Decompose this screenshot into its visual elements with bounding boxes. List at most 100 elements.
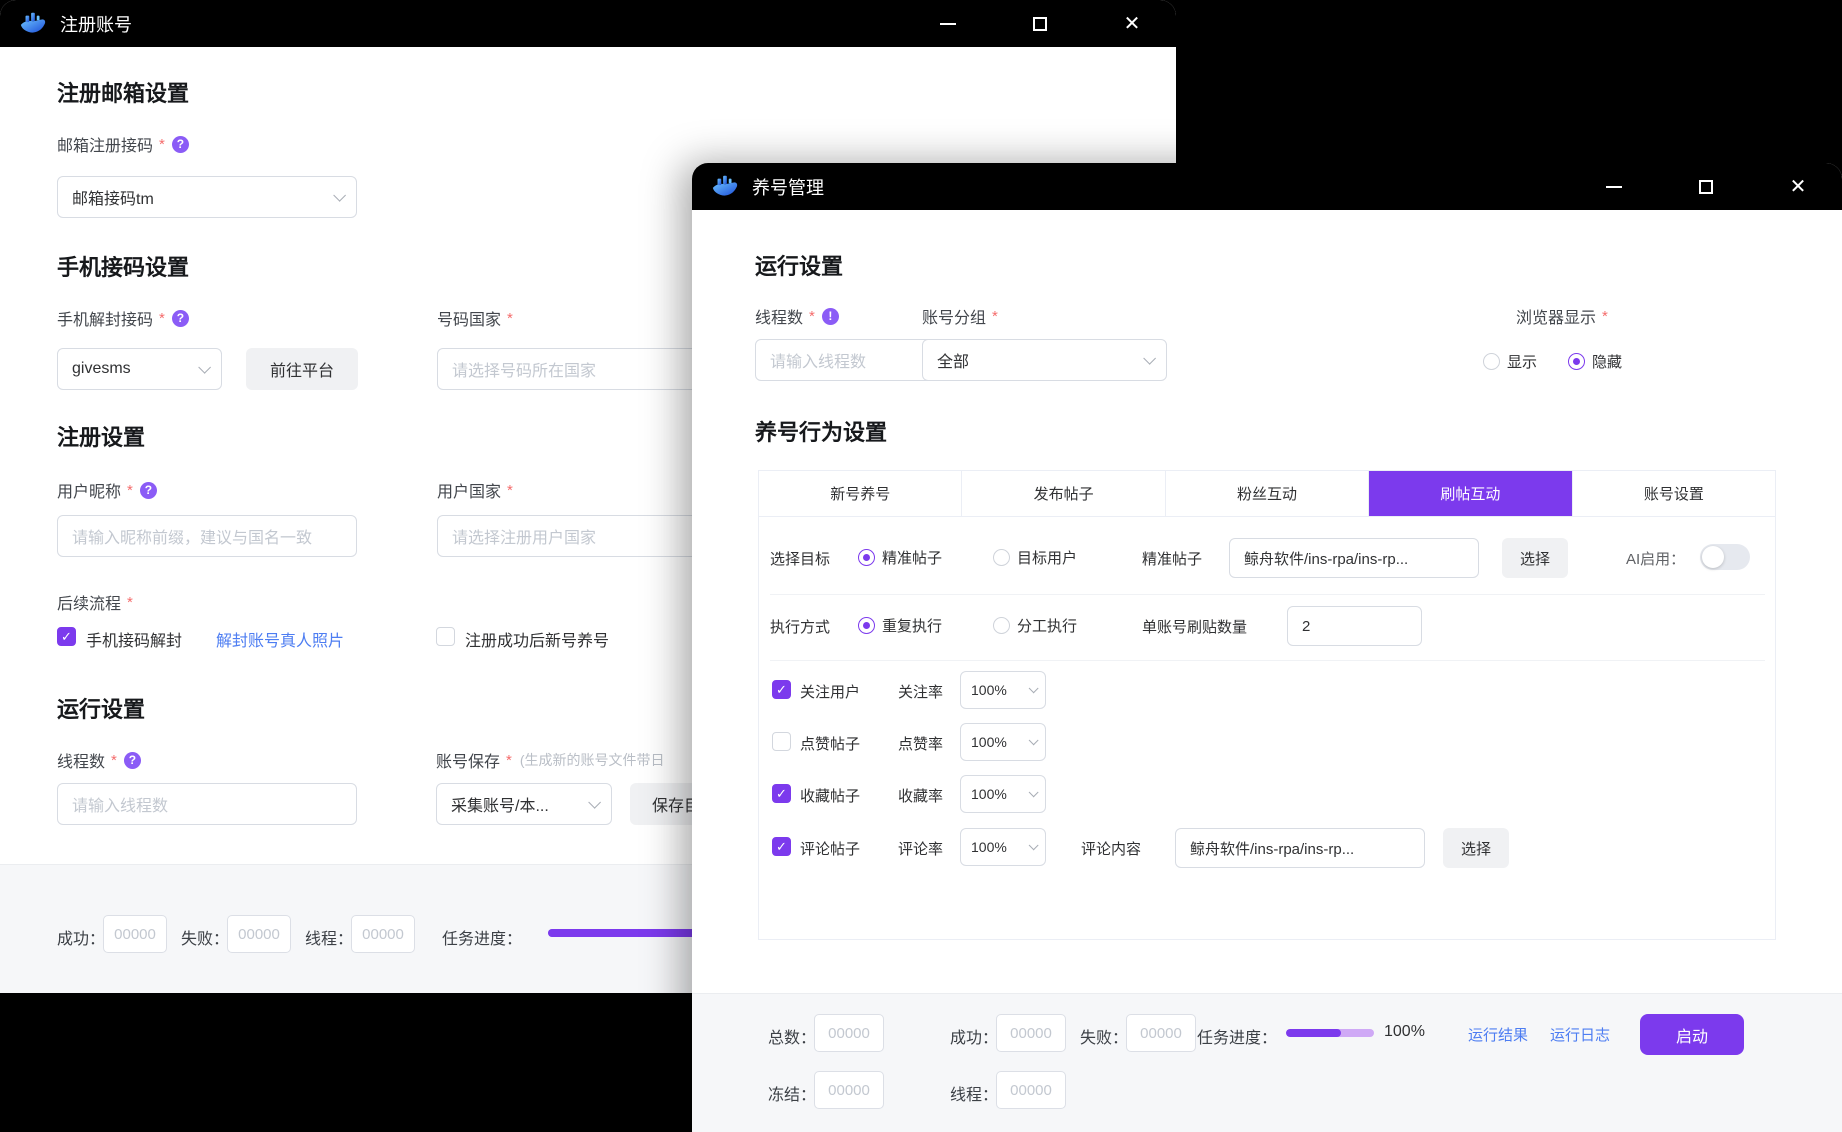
register-settings-heading: 注册设置 xyxy=(57,420,145,452)
choose-comment-button[interactable]: 选择 xyxy=(1443,828,1509,868)
follow-rate-select[interactable]: 100% xyxy=(960,671,1046,709)
ai-enable-toggle[interactable] xyxy=(1700,544,1750,570)
account-save-select[interactable]: 采集账号/本... xyxy=(436,783,612,825)
nurture-after-register-checkbox[interactable] xyxy=(436,627,455,646)
success-count[interactable]: 00000 xyxy=(103,915,167,953)
app-logo-icon xyxy=(18,10,48,38)
fail-label: 失败： xyxy=(1080,1024,1128,1048)
fail-count[interactable]: 00000 xyxy=(227,915,291,953)
success-label: 成功： xyxy=(57,925,105,949)
help-icon[interactable]: ? xyxy=(172,136,189,153)
like-post-checkbox[interactable] xyxy=(772,732,791,751)
comment-rate-label: 评论率 xyxy=(898,838,943,859)
minimize-button[interactable] xyxy=(1600,173,1628,201)
goto-platform-button[interactable]: 前往平台 xyxy=(246,348,358,390)
tab-account-settings[interactable]: 账号设置 xyxy=(1573,471,1775,516)
tab-fan-interact[interactable]: 粉丝互动 xyxy=(1166,471,1369,516)
thread-label: 线程： xyxy=(950,1081,998,1105)
account-save-note: (生成新的账号文件带日 xyxy=(520,750,665,770)
progress-label: 任务进度： xyxy=(1197,1024,1277,1048)
real-photo-link[interactable]: 解封账号真人照片 xyxy=(216,627,344,651)
behavior-tabs: 新号养号 发布帖子 粉丝互动 刷帖互动 账号设置 xyxy=(758,470,1776,517)
close-button[interactable]: ✕ xyxy=(1118,10,1146,38)
progress-label: 任务进度： xyxy=(442,925,522,949)
info-icon[interactable]: ! xyxy=(822,308,839,325)
total-label: 总数： xyxy=(768,1024,816,1048)
divider xyxy=(770,660,1765,661)
favorite-rate-select[interactable]: 100% xyxy=(960,775,1046,813)
phone-unlock-checkbox-label: 手机接码解封 xyxy=(86,627,182,651)
exec-split-radio[interactable]: 分工执行 xyxy=(993,615,1077,636)
target-user-radio[interactable]: 目标用户 xyxy=(993,547,1077,568)
run-settings-heading: 运行设置 xyxy=(755,249,843,281)
nickname-label: 用户昵称* ? xyxy=(57,478,157,502)
follow-rate-label: 关注率 xyxy=(898,681,943,702)
like-rate-label: 点赞率 xyxy=(898,733,943,754)
comment-rate-select[interactable]: 100% xyxy=(960,828,1046,866)
nurture-window: 养号管理 ✕ 运行设置 线程数* ! 账号分组* 浏览器显示* 请输入线程数 全… xyxy=(692,163,1842,1132)
nurture-footer: 总数： 00000 成功： 00000 失败： 00000 任务进度： 100%… xyxy=(692,993,1842,1132)
success-count[interactable]: 00000 xyxy=(996,1014,1066,1052)
per-account-count-label: 单账号刷贴数量 xyxy=(1142,616,1247,637)
favorite-post-label: 收藏帖子 xyxy=(800,785,860,806)
maximize-button[interactable] xyxy=(1026,10,1054,38)
close-button[interactable]: ✕ xyxy=(1784,173,1812,201)
tab-publish-post[interactable]: 发布帖子 xyxy=(962,471,1165,516)
task-progress-bar xyxy=(1286,1029,1374,1037)
fail-count[interactable]: 00000 xyxy=(1126,1014,1196,1052)
phone-unlock-select[interactable]: givesms xyxy=(57,348,222,390)
tab-new-account[interactable]: 新号养号 xyxy=(759,471,962,516)
like-post-label: 点赞帖子 xyxy=(800,733,860,754)
browser-show-radio[interactable]: 显示 xyxy=(1483,351,1537,372)
chevron-down-icon xyxy=(588,796,601,809)
thread-label: 线程： xyxy=(305,925,353,949)
favorite-post-checkbox[interactable]: ✓ xyxy=(772,784,791,803)
nickname-input[interactable]: 请输入昵称前缀，建议与国名一致 xyxy=(57,515,357,557)
phone-unlock-checkbox[interactable]: ✓ xyxy=(57,627,76,646)
comment-post-checkbox[interactable]: ✓ xyxy=(772,837,791,856)
thread-count[interactable]: 00000 xyxy=(996,1071,1066,1109)
group-select[interactable]: 全部 xyxy=(922,339,1167,381)
exec-repeat-radio[interactable]: 重复执行 xyxy=(858,615,942,636)
total-count[interactable]: 00000 xyxy=(814,1014,884,1052)
favorite-rate-label: 收藏率 xyxy=(898,785,943,806)
target-label: 选择目标 xyxy=(770,548,830,569)
chevron-down-icon xyxy=(1143,352,1156,365)
behavior-settings-heading: 养号行为设置 xyxy=(755,415,887,447)
account-save-label: 账号保存* (生成新的账号文件带日 xyxy=(436,748,665,772)
thread-count[interactable]: 00000 xyxy=(351,915,415,953)
like-rate-select[interactable]: 100% xyxy=(960,723,1046,761)
help-icon[interactable]: ? xyxy=(140,482,157,499)
frozen-count[interactable]: 00000 xyxy=(814,1071,884,1109)
success-label: 成功： xyxy=(950,1024,998,1048)
minimize-button[interactable] xyxy=(934,10,962,38)
start-button[interactable]: 启动 xyxy=(1640,1014,1744,1055)
divider xyxy=(770,594,1765,595)
per-account-count-input[interactable]: 2 xyxy=(1287,606,1422,646)
tab-post-interact[interactable]: 刷帖互动 xyxy=(1369,471,1572,516)
run-result-link[interactable]: 运行结果 xyxy=(1468,1024,1528,1045)
target-precise-radio[interactable]: 精准帖子 xyxy=(858,547,942,568)
threads-label: 线程数* ! xyxy=(755,304,839,328)
comment-content-input[interactable]: 鲸舟软件/ins-rpa/ins-rp... xyxy=(1175,828,1425,868)
browser-display-label: 浏览器显示* xyxy=(1516,304,1608,328)
maximize-button[interactable] xyxy=(1692,173,1720,201)
comment-content-label: 评论内容 xyxy=(1081,838,1141,859)
threads-input[interactable]: 请输入线程数 xyxy=(57,783,357,825)
app-logo-icon xyxy=(710,173,740,201)
exec-mode-label: 执行方式 xyxy=(770,616,830,637)
threads-label: 线程数* ? xyxy=(57,748,141,772)
email-code-select[interactable]: 邮箱接码tm xyxy=(57,176,357,218)
precise-post-input[interactable]: 鲸舟软件/ins-rpa/ins-rp... xyxy=(1229,538,1479,578)
browser-hide-radio[interactable]: 隐藏 xyxy=(1568,351,1622,372)
help-icon[interactable]: ? xyxy=(172,310,189,327)
choose-post-button[interactable]: 选择 xyxy=(1502,538,1568,578)
follow-user-checkbox[interactable]: ✓ xyxy=(772,680,791,699)
chevron-down-icon xyxy=(1029,840,1039,850)
email-settings-heading: 注册邮箱设置 xyxy=(57,76,189,108)
chevron-down-icon xyxy=(1029,683,1039,693)
run-log-link[interactable]: 运行日志 xyxy=(1550,1024,1610,1045)
group-label: 账号分组* xyxy=(922,304,998,328)
help-icon[interactable]: ? xyxy=(124,752,141,769)
register-titlebar: 注册账号 ✕ xyxy=(0,0,1176,47)
